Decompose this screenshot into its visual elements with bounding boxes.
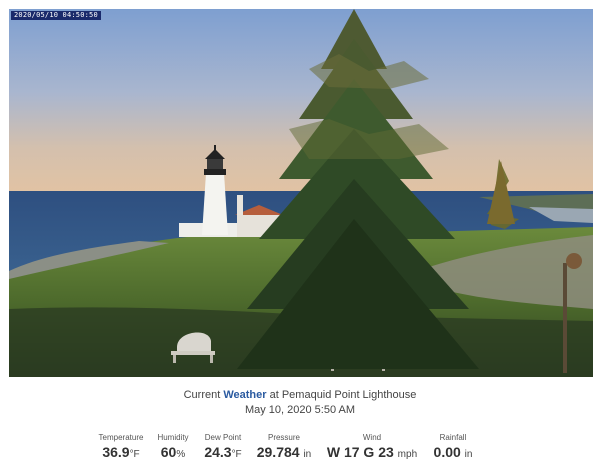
humidity-unit: % <box>176 449 186 460</box>
stat-value: 0.00 in <box>428 443 478 464</box>
pressure-unit: in <box>303 449 312 460</box>
rainfall-value: 0.00 <box>433 444 461 460</box>
humidity-value: 60 <box>160 444 177 460</box>
stat-label: Temperature <box>98 433 144 442</box>
stat-label: Pressure <box>267 433 300 442</box>
stat-humidity: Humidity 60% <box>152 432 194 464</box>
stat-pressure: Pressure 29.784 in <box>254 432 314 464</box>
webcam-image <box>9 9 593 377</box>
rainfall-unit: in <box>464 449 473 460</box>
stat-temperature: Temperature 36.9°F <box>96 432 146 464</box>
camera-timestamp: 2020/05/10 04:50:50 <box>11 11 101 20</box>
headline-weather-link[interactable]: Weather <box>223 389 266 401</box>
temperature-value: 36.9 <box>102 444 130 460</box>
stat-value: 60% <box>152 443 194 464</box>
stat-value: 29.784 in <box>254 443 314 464</box>
headline: Current Weather at Pemaquid Point Lighth… <box>0 388 600 402</box>
stat-label: Wind <box>362 433 382 442</box>
weather-stats: Temperature 36.9°F Humidity 60% Dew Poin… <box>0 432 600 468</box>
wind-value: W 17 G 23 <box>326 444 394 460</box>
stat-value: W 17 G 23 mph <box>322 443 422 464</box>
stat-label: Rainfall <box>439 433 467 442</box>
headline-prefix: Current <box>183 389 221 401</box>
wind-unit: mph <box>397 449 418 460</box>
dewpoint-unit: °F <box>231 449 242 460</box>
pressure-value: 29.784 <box>256 444 300 460</box>
stat-label: Dew Point <box>204 433 242 442</box>
observation-date: May 10, 2020 5:50 AM <box>244 404 356 416</box>
dewpoint-value: 24.3 <box>204 444 232 460</box>
stat-value: 24.3°F <box>199 443 247 464</box>
headline-suffix: at Pemaquid Point Lighthouse <box>269 389 417 401</box>
stat-label: Humidity <box>157 433 189 442</box>
lighthouse-tower <box>202 173 228 235</box>
stat-value: 36.9°F <box>96 443 146 464</box>
stat-rainfall: Rainfall 0.00 in <box>428 432 478 464</box>
stat-wind: Wind W 17 G 23 mph <box>322 432 422 464</box>
stat-dewpoint: Dew Point 24.3°F <box>199 432 247 464</box>
weather-header: Current Weather at Pemaquid Point Lighth… <box>0 388 600 417</box>
temperature-unit: °F <box>129 449 140 460</box>
